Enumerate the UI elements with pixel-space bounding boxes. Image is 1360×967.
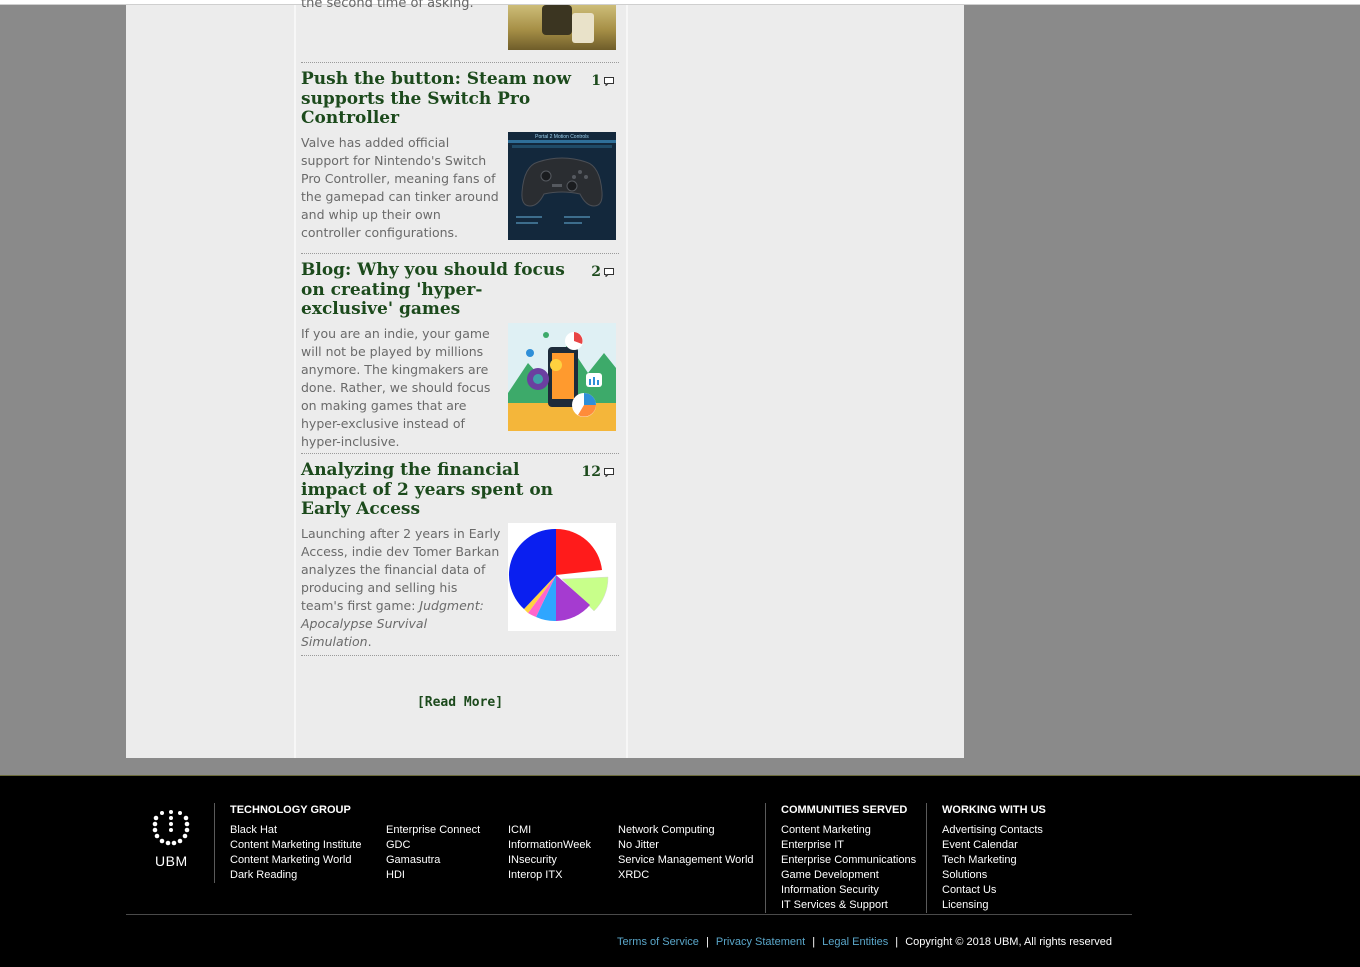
ubm-logo-text: UBM [155,853,188,869]
footer-divider [926,803,927,913]
footer-divider [765,803,766,913]
thumbnail-caption: Portal 2 Motion Controls [535,134,589,140]
article-separator [301,453,619,454]
article-separator [301,253,619,254]
article-summary: Valve has added official support for Nin… [301,135,499,240]
technology-group-list-1: Black Hat Content Marketing Institute Co… [230,823,361,883]
legal-separator: | [812,936,816,948]
footer-link[interactable]: ICMI [508,823,591,838]
footer-link[interactable]: XRDC [618,868,754,883]
working-with-us-list: Advertising Contacts Event Calendar Tech… [942,823,1043,913]
comment-bubble-icon [604,467,614,477]
footer-link[interactable]: Black Hat [230,823,361,838]
footer-link[interactable]: Information Security [781,883,916,898]
comment-count[interactable]: 2 [591,264,614,280]
footer-link[interactable]: Advertising Contacts [942,823,1043,838]
footer-link[interactable]: GDC [386,838,480,853]
footer-link[interactable]: Licensing [942,898,1043,913]
footer-link[interactable]: HDI [386,868,480,883]
footer-link[interactable]: Network Computing [618,823,754,838]
legal-bar: Terms of Service | Privacy Statement | L… [617,936,1112,948]
article-summary: Launching after 2 years in Early Access,… [301,525,501,651]
article-separator [301,62,619,63]
article-separator [301,655,619,656]
comment-count[interactable]: 12 [582,464,614,480]
footer-link[interactable]: IT Services & Support [781,898,916,913]
footer-link[interactable]: Event Calendar [942,838,1043,853]
footer-link[interactable]: Contact Us [942,883,1043,898]
comment-count-number: 2 [591,264,601,280]
footer-link[interactable]: Dark Reading [230,868,361,883]
read-more-link[interactable]: [Read More] [301,695,619,710]
footer-link[interactable]: Gamasutra [386,853,480,868]
comment-bubble-icon [604,76,614,86]
comment-count-number: 1 [591,73,601,89]
communities-list: Content Marketing Enterprise IT Enterpri… [781,823,916,913]
previous-article-thumbnail[interactable] [508,5,616,50]
footer-rule [126,914,1132,915]
terms-of-service-link[interactable]: Terms of Service [617,936,699,948]
thumbnail-figure [542,5,572,35]
footer-link[interactable]: Enterprise Connect [386,823,480,838]
working-with-us-heading: WORKING WITH US [942,804,1046,816]
comment-bubble-icon [604,267,614,277]
footer-link[interactable]: Enterprise Communications [781,853,916,868]
previous-article-teaser: the second time of asking. [301,0,474,11]
footer-link[interactable]: Content Marketing World [230,853,361,868]
site-footer: UBM TECHNOLOGY GROUP Black Hat Content M… [0,775,1360,967]
footer-link[interactable]: Tech Marketing [942,853,1043,868]
article-thumbnail[interactable]: Portal 2 Motion Controls [508,132,616,240]
footer-link[interactable]: INsecurity [508,853,591,868]
technology-group-heading: TECHNOLOGY GROUP [230,804,351,816]
article-summary: If you are an indie, your game will not … [301,326,491,449]
footer-divider [214,803,215,883]
technology-group-list-2: Enterprise Connect GDC Gamasutra HDI [386,823,480,883]
comment-count[interactable]: 1 [591,73,614,89]
legal-entities-link[interactable]: Legal Entities [822,936,888,948]
footer-link[interactable]: No Jitter [618,838,754,853]
article-thumbnail[interactable] [508,323,616,431]
article-thumbnail[interactable] [508,523,616,631]
copyright-text: Copyright © 2018 UBM, All rights reserve… [905,936,1112,948]
article-title-link[interactable]: Push the button: Steam now supports the … [301,69,571,129]
footer-link[interactable]: Solutions [942,868,1043,883]
comment-count-number: 12 [581,464,601,480]
footer-link[interactable]: InformationWeek [508,838,591,853]
thumbnail-figure [572,13,594,43]
page-content-area: the second time of asking. Push the butt… [126,0,964,758]
technology-group-list-4: Network Computing No Jitter Service Mana… [618,823,754,883]
legal-separator: | [895,936,899,948]
column-divider [294,5,296,758]
column-divider [626,5,628,758]
article-title-link[interactable]: Blog: Why you should focus on creating '… [301,260,571,320]
footer-link[interactable]: Service Management World [618,853,754,868]
article-title-link[interactable]: Analyzing the financial impact of 2 year… [301,460,571,520]
footer-link[interactable]: Game Development [781,868,916,883]
legal-separator: | [705,936,709,948]
technology-group-list-3: ICMI InformationWeek INsecurity Interop … [508,823,591,883]
footer-link[interactable]: Interop ITX [508,868,591,883]
footer-link[interactable]: Content Marketing Institute [230,838,361,853]
article-summary-end: . [367,634,372,649]
communities-heading: COMMUNITIES SERVED [781,804,908,816]
footer-link[interactable]: Enterprise IT [781,838,916,853]
privacy-statement-link[interactable]: Privacy Statement [716,936,805,948]
footer-link[interactable]: Content Marketing [781,823,916,838]
